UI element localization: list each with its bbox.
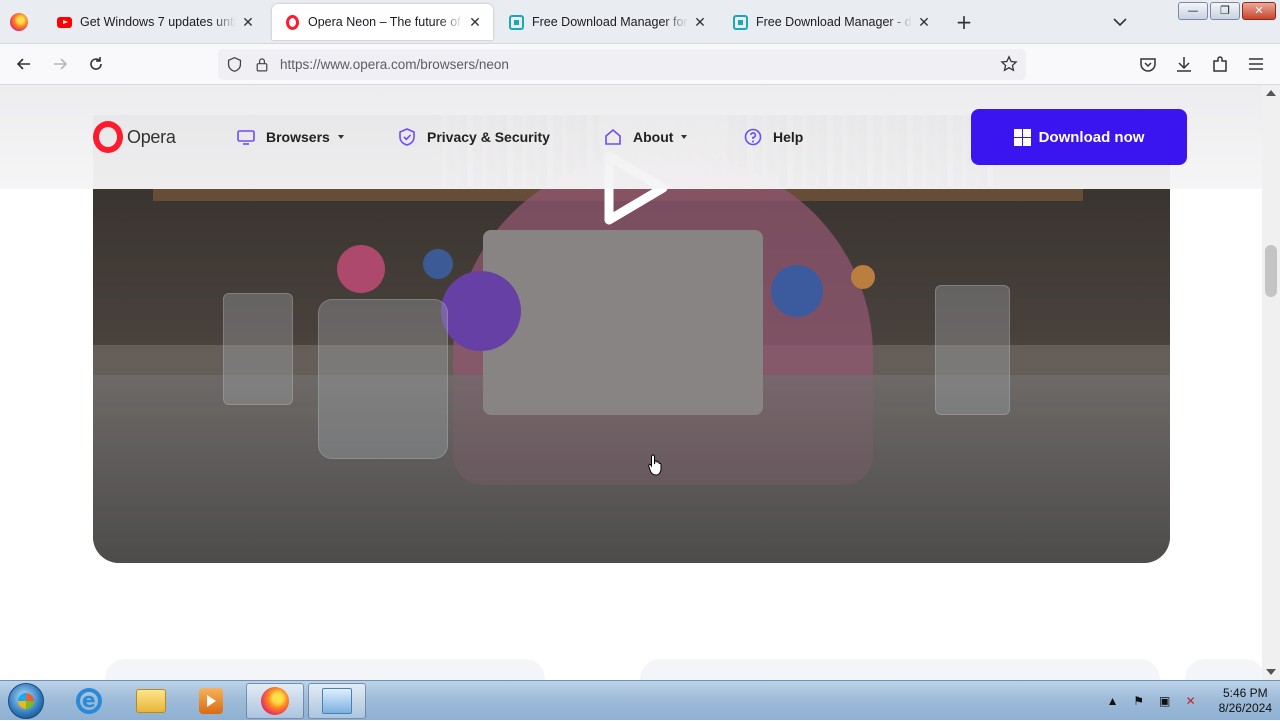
taskbar-firefox[interactable] [246, 683, 304, 719]
clock[interactable]: 5:46 PM 8/26/2024 [1219, 686, 1272, 716]
page-scrollbar[interactable] [1262, 85, 1280, 680]
tab-title: Free Download Manager - download [756, 15, 912, 29]
monitor-icon [237, 130, 255, 145]
nav-label: About [633, 129, 674, 145]
tab-fdm-windows[interactable]: Free Download Manager for Windows ✕ [496, 4, 718, 40]
start-orb-icon[interactable] [8, 683, 44, 719]
opera-logo[interactable]: Opera [93, 121, 176, 153]
taskbar-file-explorer[interactable] [122, 683, 180, 719]
hamburger-menu-icon[interactable] [1246, 54, 1266, 74]
navigation-toolbar: https://www.opera.com/browsers/neon [0, 44, 1280, 85]
action-center-flag-icon[interactable]: ⚑ [1131, 693, 1147, 709]
network-icon[interactable]: ▣ [1157, 693, 1173, 709]
window-controls: — ❐ ✕ [1178, 2, 1276, 20]
new-tab-icon[interactable]: + [954, 12, 974, 32]
caret-down-icon [337, 135, 344, 139]
fdm-icon [508, 14, 524, 30]
extensions-icon[interactable] [1210, 54, 1230, 74]
hand-cursor-icon [648, 454, 662, 476]
lock-icon[interactable] [254, 56, 270, 73]
close-tab-icon[interactable]: ✕ [692, 14, 708, 30]
clock-date: 8/26/2024 [1218, 701, 1272, 715]
nav-label: Privacy & Security [427, 129, 550, 145]
close-tab-icon[interactable]: ✕ [916, 14, 932, 30]
nav-label: Help [773, 129, 804, 145]
nav-label: Browsers [266, 129, 330, 145]
opera-o-icon [93, 121, 123, 153]
shield-icon [399, 128, 415, 146]
firefox-menu-icon[interactable] [10, 13, 28, 31]
control-panel-icon [322, 688, 352, 714]
home-icon [605, 128, 621, 145]
show-hidden-icons-icon[interactable]: ▲ [1105, 693, 1121, 709]
taskbar-internet-explorer[interactable] [60, 683, 118, 719]
feature-cards [105, 659, 1262, 680]
youtube-icon [56, 14, 72, 30]
reload-icon[interactable] [86, 54, 106, 74]
tab-title: Get Windows 7 updates until 2026 [80, 15, 236, 29]
tab-opera-neon[interactable]: Opera Neon – The future of web browsing … [272, 4, 493, 40]
download-label: Download now [1038, 128, 1145, 146]
download-now-button[interactable]: Download now [971, 109, 1187, 165]
media-player-icon [199, 688, 223, 714]
nav-help[interactable]: Help [743, 127, 803, 147]
url-text[interactable]: https://www.opera.com/browsers/neon [280, 57, 509, 72]
tracking-shield-icon[interactable] [226, 56, 243, 73]
scroll-up-arrow-icon[interactable] [1266, 90, 1276, 96]
fdm-icon [732, 14, 748, 30]
tab-fdm-download[interactable]: Free Download Manager - download ✕ [720, 4, 942, 40]
tab-title: Opera Neon – The future of web browsing [308, 15, 463, 29]
close-window-button[interactable]: ✕ [1242, 2, 1276, 20]
windows-logo-icon [1013, 128, 1031, 146]
tab-youtube[interactable]: Get Windows 7 updates until 2026 ✕ [44, 4, 266, 40]
help-circle-icon [744, 128, 762, 146]
feature-card[interactable] [640, 659, 1160, 680]
scroll-thumb[interactable] [1265, 245, 1277, 297]
back-arrow-icon[interactable] [14, 54, 34, 74]
feature-card[interactable] [105, 659, 545, 680]
forward-arrow-icon[interactable] [50, 54, 70, 74]
nav-browsers[interactable]: Browsers [236, 127, 344, 147]
taskbar-media-player[interactable] [182, 683, 240, 719]
minimize-button[interactable]: — [1178, 2, 1208, 20]
file-explorer-icon [136, 689, 166, 713]
volume-muted-icon[interactable]: ✕ [1183, 693, 1199, 709]
site-header: Opera Browsers Privacy & Security About … [0, 85, 1262, 189]
caret-down-icon [681, 135, 688, 139]
firefox-icon [261, 687, 289, 715]
tab-title: Free Download Manager for Windows [532, 15, 688, 29]
restore-button[interactable]: ❐ [1210, 2, 1240, 20]
address-bar[interactable]: https://www.opera.com/browsers/neon [218, 49, 1026, 80]
opera-icon [284, 14, 300, 30]
feature-card[interactable] [1185, 659, 1262, 680]
logo-text: Opera [127, 126, 176, 147]
clock-time: 5:46 PM [1222, 686, 1268, 700]
pocket-icon[interactable] [1138, 54, 1158, 74]
close-tab-icon[interactable]: ✕ [467, 14, 483, 30]
nav-privacy-security[interactable]: Privacy & Security [397, 127, 550, 147]
web-page: Opera Browsers Privacy & Security About … [0, 85, 1262, 680]
scroll-down-arrow-icon[interactable] [1266, 669, 1276, 675]
internet-explorer-icon [76, 688, 102, 714]
close-tab-icon[interactable]: ✕ [240, 14, 256, 30]
nav-about[interactable]: About [603, 127, 688, 147]
system-tray: ▲ ⚑ ▣ ✕ 5:46 PM 8/26/2024 [1105, 681, 1272, 721]
chevron-down-icon[interactable] [1110, 12, 1130, 32]
windows-taskbar: ▲ ⚑ ▣ ✕ 5:46 PM 8/26/2024 [0, 680, 1280, 720]
downloads-icon[interactable] [1174, 54, 1194, 74]
taskbar-control-panel[interactable] [308, 683, 366, 719]
bookmark-star-icon[interactable] [1000, 55, 1018, 73]
tab-bar: Get Windows 7 updates until 2026 ✕ Opera… [0, 0, 1280, 44]
